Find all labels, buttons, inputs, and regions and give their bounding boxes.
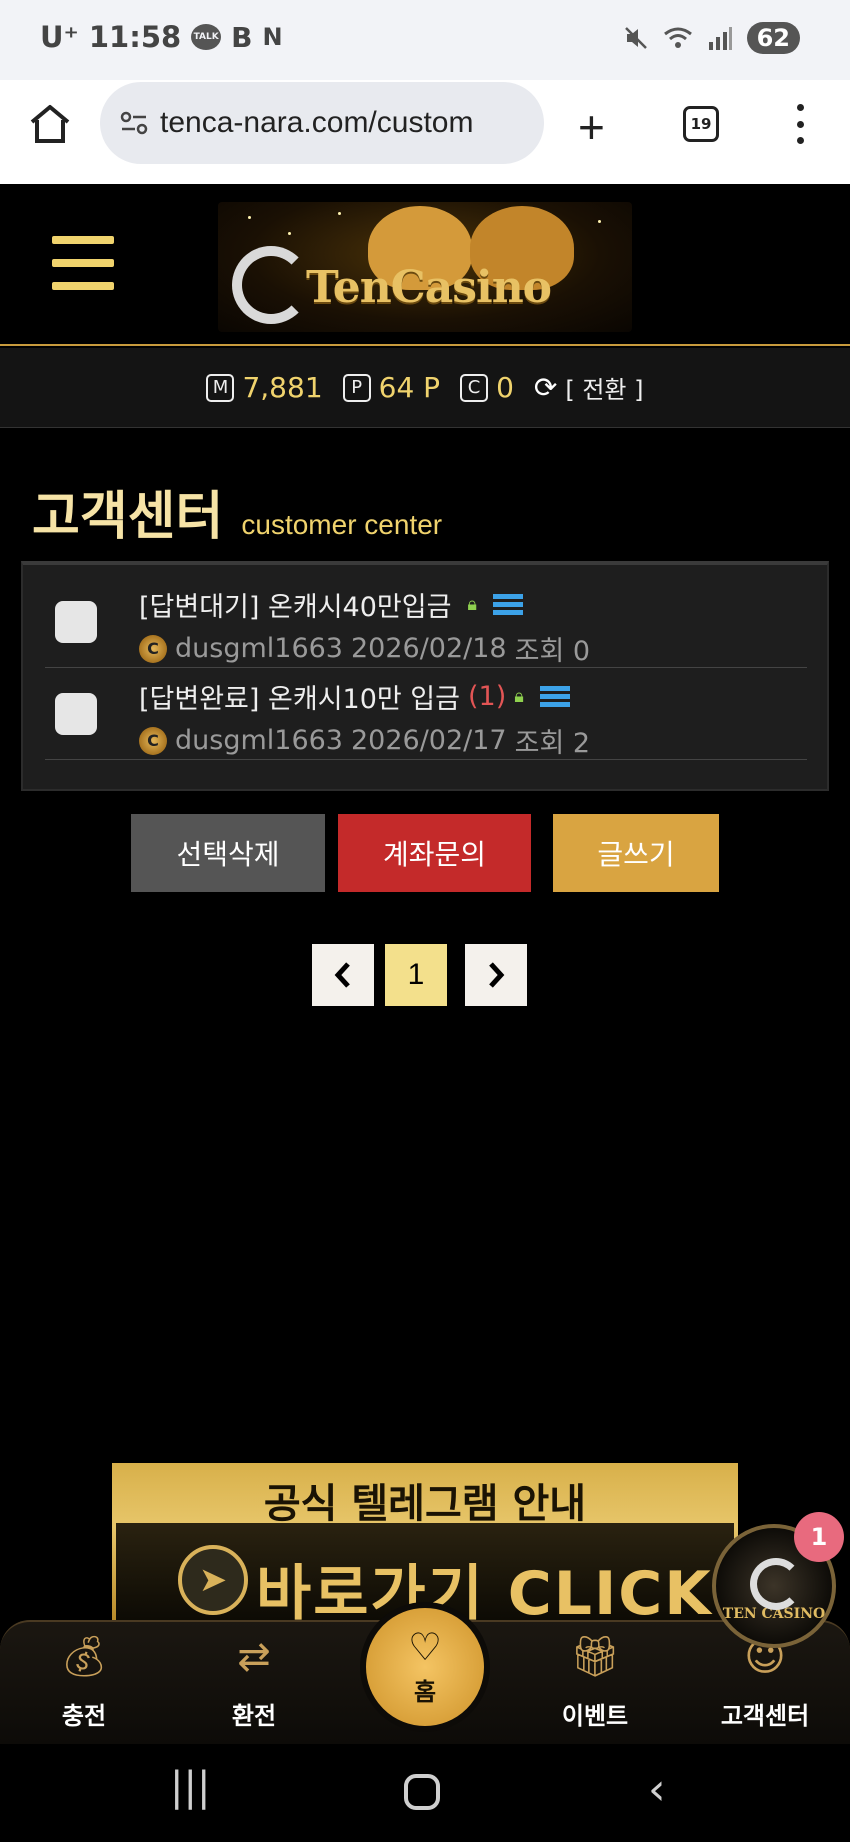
prev-page-button[interactable] [312,944,374,1006]
coin-balance: C 0 [460,371,514,404]
money-balance: M 7,881 [206,371,323,404]
home-heart-icon: ♡ [407,1624,443,1669]
system-home-icon[interactable] [404,1774,440,1810]
nav-charge-label: 충전 [61,1702,107,1730]
nav-event-label: 이벤트 [561,1702,629,1730]
new-tab-icon[interactable]: + [578,100,605,154]
nav-home[interactable]: ♡ 홈 [360,1602,490,1732]
post-list-icon [492,594,523,615]
url-text: tenca-nara.com/custom [160,106,474,139]
battery-level: 62 [756,24,790,52]
post-meta: C dusgml1663 2026/02/18 조회 0 [139,629,590,668]
post-list-icon [539,686,570,707]
logo-ring-icon [232,246,310,324]
back-icon[interactable]: ‹ [648,1764,666,1815]
post-views: 조회 2 [514,728,591,759]
logo-text: TenCasino [306,262,552,313]
select-checkbox[interactable] [55,693,97,735]
point-icon: P [342,373,371,402]
inquiry-list: [답변대기] 온캐시40만입금 🔒︎ C dusgml1663 2026/02/… [21,561,829,791]
post-date: 2026/02/18 [350,633,507,664]
nav-charge[interactable]: 💰︎ 충전 [24,1632,144,1731]
browser-toolbar: tenca-nara.com/custom + 19 [0,80,850,184]
post-title-text: [답변완료] 온캐시10만 입금 [139,684,460,715]
status-right: 62 [623,22,800,54]
battery-icon: 62 [746,22,800,54]
post-title[interactable]: [답변완료] 온캐시10만 입금 (1) 🔒︎ [139,677,570,716]
notification-badge: 1 [794,1512,844,1562]
select-checkbox[interactable] [55,601,97,643]
tab-count: 19 [690,115,712,133]
site-logo[interactable]: TenCasino [218,202,632,332]
post-author: dusgml1663 [175,725,343,756]
status-left: U⁺ 11:58 TALK B N [40,20,283,54]
gift-icon: 🎁︎ [569,1634,621,1680]
nav-exchange[interactable]: ⇄ 환전 [194,1632,314,1731]
n-icon: N [262,23,283,51]
page-number-button[interactable]: 1 [385,944,447,1006]
coin-icon: C [460,373,489,402]
nav-exchange-label: 환전 [231,1702,277,1730]
post-author: dusgml1663 [175,633,343,664]
post-meta: C dusgml1663 2026/02/17 조회 2 [139,721,590,760]
system-nav-bar: ||| ‹ [0,1744,850,1842]
exchange-icon: ⇄ [237,1634,271,1680]
next-page-button[interactable] [465,944,527,1006]
status-bar: U⁺ 11:58 TALK B N 62 [0,0,850,80]
b-icon: B [231,20,253,54]
user-level-icon: C [139,634,167,663]
home-icon[interactable] [28,102,72,146]
page-title-korean: 고객센터 [32,487,224,547]
telegram-icon: ➤ [178,1545,248,1615]
time-label: 11:58 [88,20,182,54]
site-settings-icon[interactable] [120,111,148,135]
point-balance: P 64 P [342,371,441,404]
page-title-english: customer center [241,509,443,540]
telegram-banner[interactable]: 공식 텔레그램 안내 ➤ 바로가기 CLICK [112,1463,738,1623]
telegram-banner-cta: 바로가기 CLICK [256,1559,713,1623]
money-value: 7,881 [242,371,323,404]
nav-home-label: 홈 [413,1677,437,1706]
mute-icon [624,27,647,49]
post-title-text: [답변대기] 온캐시40만입금 [139,592,452,623]
carrier-label: U⁺ [40,20,79,54]
lock-icon: 🔒︎ [514,686,524,707]
post-views: 조회 0 [514,636,591,667]
signal-icon [708,27,732,50]
site-header: TenCasino [0,184,850,346]
money-icon: M [206,373,235,402]
refresh-icon: ⟳ [533,371,558,404]
hamburger-menu-icon[interactable] [52,236,114,290]
switch-label: [ 전환 ] [565,376,644,404]
write-button[interactable]: 글쓰기 [553,814,719,892]
switch-button[interactable]: ⟳ [ 전환 ] [534,370,644,405]
coin-value: 0 [496,371,514,404]
point-value: 64 P [378,371,441,404]
recent-apps-icon[interactable]: ||| [170,1764,210,1810]
user-level-icon: C [139,726,167,755]
balance-bar: M 7,881 P 64 P C 0 ⟳ [ 전환 ] [0,348,850,428]
delete-selected-button[interactable]: 선택삭제 [131,814,325,892]
telegram-banner-heading: 공식 텔레그램 안내 [263,1481,587,1527]
chevron-right-icon [489,962,505,988]
account-inquiry-button[interactable]: 계좌문의 [338,814,531,892]
nav-event[interactable]: 🎁︎ 이벤트 [535,1632,655,1731]
wifi-icon [663,27,692,48]
tab-switcher-button[interactable]: 19 [683,106,719,142]
page-title: 고객센터 customer center [32,474,442,549]
nav-customer-center-label: 고객센터 [720,1702,810,1730]
list-item[interactable]: [답변완료] 온캐시10만 입금 (1) 🔒︎ C dusgml1663 202… [45,669,807,760]
address-bar[interactable]: tenca-nara.com/custom [100,82,544,164]
lock-icon: 🔒︎ [467,594,477,615]
logo-ring-icon [750,1558,802,1610]
charge-icon: 💰︎ [58,1634,110,1680]
list-item[interactable]: [답변대기] 온캐시40만입금 🔒︎ C dusgml1663 2026/02/… [45,577,807,668]
kakaotalk-icon: TALK [191,24,222,50]
post-title[interactable]: [답변대기] 온캐시40만입금 🔒︎ [139,585,523,624]
post-date: 2026/02/17 [350,725,507,756]
more-menu-icon[interactable] [790,104,810,144]
chevron-left-icon [334,962,350,988]
reply-count: (1) [468,681,507,712]
